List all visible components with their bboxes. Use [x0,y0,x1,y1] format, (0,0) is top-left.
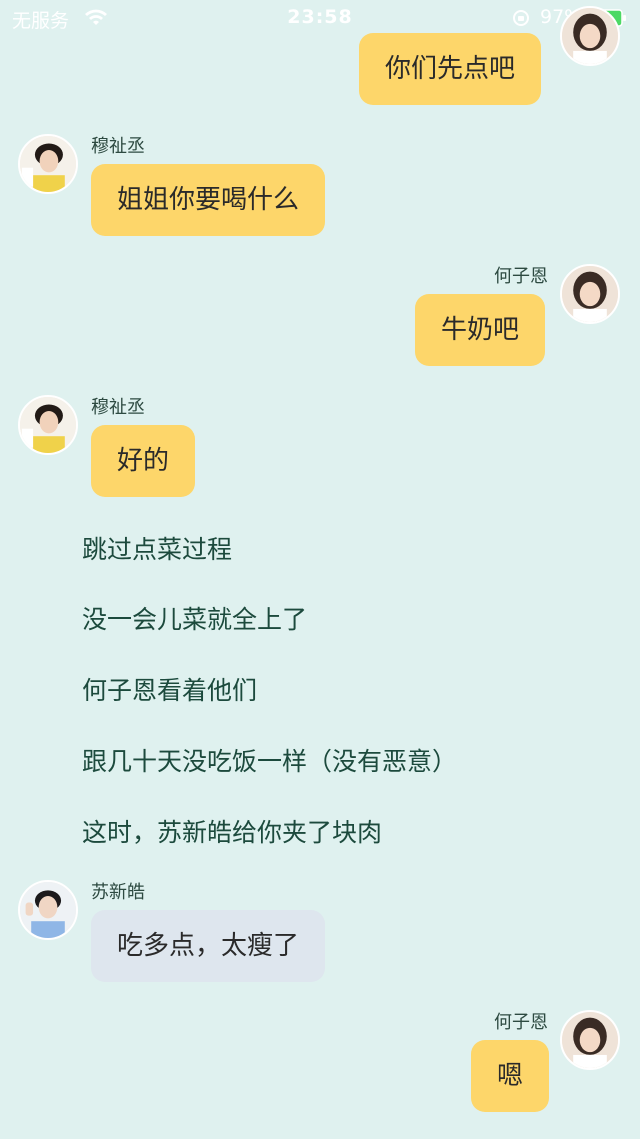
narration-line: 跳过点菜过程 [82,535,233,564]
avatar-boy-icon [20,136,76,192]
chat-bubble[interactable]: 姐姐你要喝什么 [91,164,326,236]
avatar-he-ziyen[interactable] [560,264,620,324]
narration-line: 没一会儿菜就全上了 [82,605,308,634]
avatar-he-ziyen[interactable] [560,6,620,66]
avatar-girl-icon [562,1012,618,1068]
sender-name: 穆祉丞 [91,397,145,418]
chat-bubble[interactable]: 嗯 [471,1040,550,1112]
status-bar: 无服务 23:58 97% [0,0,640,36]
avatar-he-ziyen[interactable] [560,1010,620,1070]
avatar-su-xinhao[interactable] [18,880,78,940]
message-text: 姐姐你要喝什么 [117,185,300,215]
message-text: 嗯 [497,1061,524,1091]
sender-name: 何子恩 [494,266,548,287]
narration-line: 何子恩看着他们 [82,676,258,705]
avatar-girl-icon [562,266,618,322]
chat-bubble[interactable]: 牛奶吧 [415,294,546,366]
avatar-girl-icon [562,8,618,64]
avatar-mu-zhicheng[interactable] [18,134,78,194]
rotation-lock-icon [513,10,529,26]
message-text: 好的 [117,446,170,476]
avatar-boy-icon [20,882,76,938]
avatar-mu-zhicheng[interactable] [18,395,78,455]
sender-name: 苏新皓 [91,882,145,903]
message-text: 你们先点吧 [385,54,516,84]
narration-line: 这时，苏新皓给你夹了块肉 [82,818,383,847]
chat-bubble[interactable]: 吃多点，太瘦了 [91,910,326,982]
chat-bubble[interactable]: 好的 [91,425,196,497]
sender-name: 何子恩 [494,1012,548,1033]
avatar-boy-icon [20,397,76,453]
chat-bubble[interactable]: 你们先点吧 [359,33,542,105]
message-text: 牛奶吧 [441,315,520,345]
narration-line: 跟几十天没吃饭一样（没有恶意） [82,747,458,776]
message-text: 吃多点，太瘦了 [117,931,300,961]
sender-name: 穆祉丞 [91,136,145,157]
